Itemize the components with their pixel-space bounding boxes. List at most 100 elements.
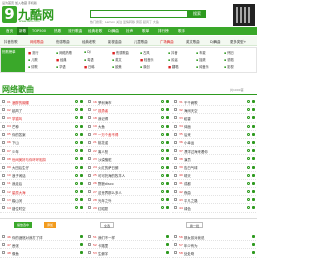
add-icon[interactable] bbox=[75, 165, 78, 169]
song-title[interactable]: 卡路里 bbox=[98, 243, 108, 248]
song-title[interactable]: 桃花诺 bbox=[98, 140, 108, 145]
nav-item[interactable]: 首页 bbox=[4, 27, 15, 35]
genre-tag[interactable]: 经典 bbox=[56, 57, 66, 62]
play-icon[interactable] bbox=[166, 165, 169, 169]
checkbox[interactable] bbox=[174, 132, 177, 136]
song-title[interactable]: 浪子闲话 bbox=[12, 173, 26, 178]
subnav-item[interactable]: 广场舞曲 bbox=[160, 39, 174, 44]
play-icon[interactable] bbox=[166, 181, 169, 185]
play-icon[interactable] bbox=[80, 235, 83, 238]
nav-item[interactable]: 歌手 bbox=[176, 27, 187, 35]
add-icon[interactable] bbox=[161, 206, 164, 210]
song-title[interactable]: 海阔天空 bbox=[184, 108, 198, 113]
add-icon[interactable] bbox=[247, 108, 250, 112]
song-title[interactable]: 罗刹海市 bbox=[98, 100, 112, 105]
add-icon[interactable] bbox=[75, 100, 78, 103]
play-icon[interactable] bbox=[166, 108, 169, 112]
song-title[interactable]: 绿色 bbox=[184, 206, 191, 211]
list-item[interactable]: 29 红昭愿 bbox=[86, 204, 170, 213]
checkbox[interactable] bbox=[88, 206, 91, 210]
genre-tag[interactable]: 欧美 bbox=[112, 64, 121, 69]
list-item[interactable]: 14 错位时空 bbox=[0, 204, 84, 213]
play-icon[interactable] bbox=[252, 108, 255, 112]
checkbox[interactable] bbox=[2, 243, 5, 247]
checkbox[interactable] bbox=[88, 181, 91, 185]
list-item[interactable]: 06 下山 bbox=[0, 139, 84, 148]
nav-item[interactable]: 新歌 bbox=[17, 27, 29, 35]
list-item[interactable]: 33 稻香 bbox=[172, 114, 256, 123]
play-icon[interactable] bbox=[252, 165, 255, 169]
song-title[interactable]: 漂洋过海来看你 bbox=[184, 149, 208, 154]
play-icon[interactable] bbox=[80, 165, 83, 169]
list-item[interactable]: 07 少年 bbox=[0, 147, 84, 156]
list-item[interactable]: 03 学猫叫 bbox=[0, 114, 84, 123]
song-title[interactable]: 平凡之路 bbox=[184, 198, 198, 203]
add-icon[interactable] bbox=[161, 173, 164, 177]
checkbox[interactable] bbox=[2, 251, 5, 255]
add-icon[interactable] bbox=[247, 132, 250, 136]
song-title[interactable]: 告白气球 bbox=[184, 165, 198, 170]
genre-tag[interactable]: 古风 bbox=[140, 50, 149, 55]
list-item[interactable]: 42 夜曲 bbox=[172, 188, 256, 197]
song-title[interactable]: 体面 bbox=[184, 124, 191, 129]
checkbox[interactable] bbox=[88, 116, 91, 120]
check-all-button[interactable]: 全选 bbox=[100, 222, 115, 228]
play-icon[interactable] bbox=[80, 108, 83, 112]
add-icon[interactable] bbox=[161, 116, 164, 120]
song-title[interactable]: 野狼disco bbox=[98, 181, 114, 186]
play-icon[interactable] bbox=[166, 140, 169, 144]
song-title[interactable]: 离人愁 bbox=[98, 149, 108, 154]
add-icon[interactable] bbox=[161, 140, 164, 144]
play-icon[interactable] bbox=[80, 198, 83, 202]
add-icon[interactable] bbox=[247, 149, 250, 153]
song-title[interactable]: 光年之外 bbox=[98, 198, 112, 203]
subnav-item[interactable]: 儿童歌曲 bbox=[134, 39, 148, 44]
genre-tag[interactable]: 抖音 bbox=[168, 50, 177, 55]
genre-tag[interactable]: 说唱 bbox=[224, 57, 233, 62]
song-title[interactable]: 火红的萨日朗 bbox=[98, 165, 118, 170]
subnav-item[interactable]: 抖音热歌 bbox=[4, 39, 18, 44]
add-icon[interactable] bbox=[75, 116, 78, 120]
play-icon[interactable] bbox=[166, 100, 169, 103]
add-icon[interactable] bbox=[75, 157, 78, 161]
song-title[interactable]: 我记得 bbox=[98, 116, 108, 121]
checkbox[interactable] bbox=[2, 140, 5, 144]
list-item[interactable]: 58 处处吻 bbox=[172, 249, 256, 258]
nav-item[interactable]: 歌单 bbox=[140, 27, 151, 35]
checkbox[interactable] bbox=[174, 116, 177, 120]
add-button[interactable]: 添加 bbox=[44, 222, 57, 228]
checkbox[interactable] bbox=[2, 116, 5, 120]
play-icon[interactable] bbox=[166, 116, 169, 120]
play-icon[interactable] bbox=[252, 173, 255, 177]
nav-item[interactable]: 经典老歌 bbox=[86, 27, 104, 35]
play-icon[interactable] bbox=[166, 157, 169, 161]
list-item[interactable]: 57 年少有为 bbox=[172, 241, 256, 250]
checkbox[interactable] bbox=[88, 124, 91, 128]
checkbox[interactable] bbox=[88, 165, 91, 169]
add-icon[interactable] bbox=[247, 206, 250, 210]
checkbox[interactable] bbox=[174, 173, 177, 177]
genre-tag[interactable]: 网络热歌 bbox=[56, 50, 72, 55]
play-icon[interactable] bbox=[166, 235, 169, 238]
song-title[interactable]: 少年 bbox=[12, 149, 19, 154]
play-icon[interactable] bbox=[80, 251, 83, 255]
song-title[interactable]: 你的答案 bbox=[12, 132, 26, 137]
song-title[interactable]: 成都 bbox=[184, 181, 191, 186]
add-icon[interactable] bbox=[161, 149, 164, 153]
checkbox[interactable] bbox=[174, 243, 177, 247]
genre-tag[interactable]: 轻音乐 bbox=[140, 57, 154, 62]
checkbox[interactable] bbox=[2, 124, 5, 128]
checkbox[interactable] bbox=[88, 132, 91, 136]
add-icon[interactable] bbox=[75, 149, 78, 153]
add-icon[interactable] bbox=[247, 124, 250, 128]
play-icon[interactable] bbox=[252, 132, 255, 136]
nav-item[interactable]: DJ舞曲 bbox=[106, 27, 121, 35]
song-title[interactable]: 这世界那么多人 bbox=[98, 190, 122, 195]
play-icon[interactable] bbox=[166, 124, 169, 128]
list-item[interactable]: 18 我记得 bbox=[86, 114, 170, 123]
list-item[interactable]: 22 离人愁 bbox=[86, 147, 170, 156]
play-icon[interactable] bbox=[166, 132, 169, 136]
add-icon[interactable] bbox=[161, 157, 164, 161]
checkbox[interactable] bbox=[88, 235, 91, 238]
play-icon[interactable] bbox=[166, 251, 169, 255]
